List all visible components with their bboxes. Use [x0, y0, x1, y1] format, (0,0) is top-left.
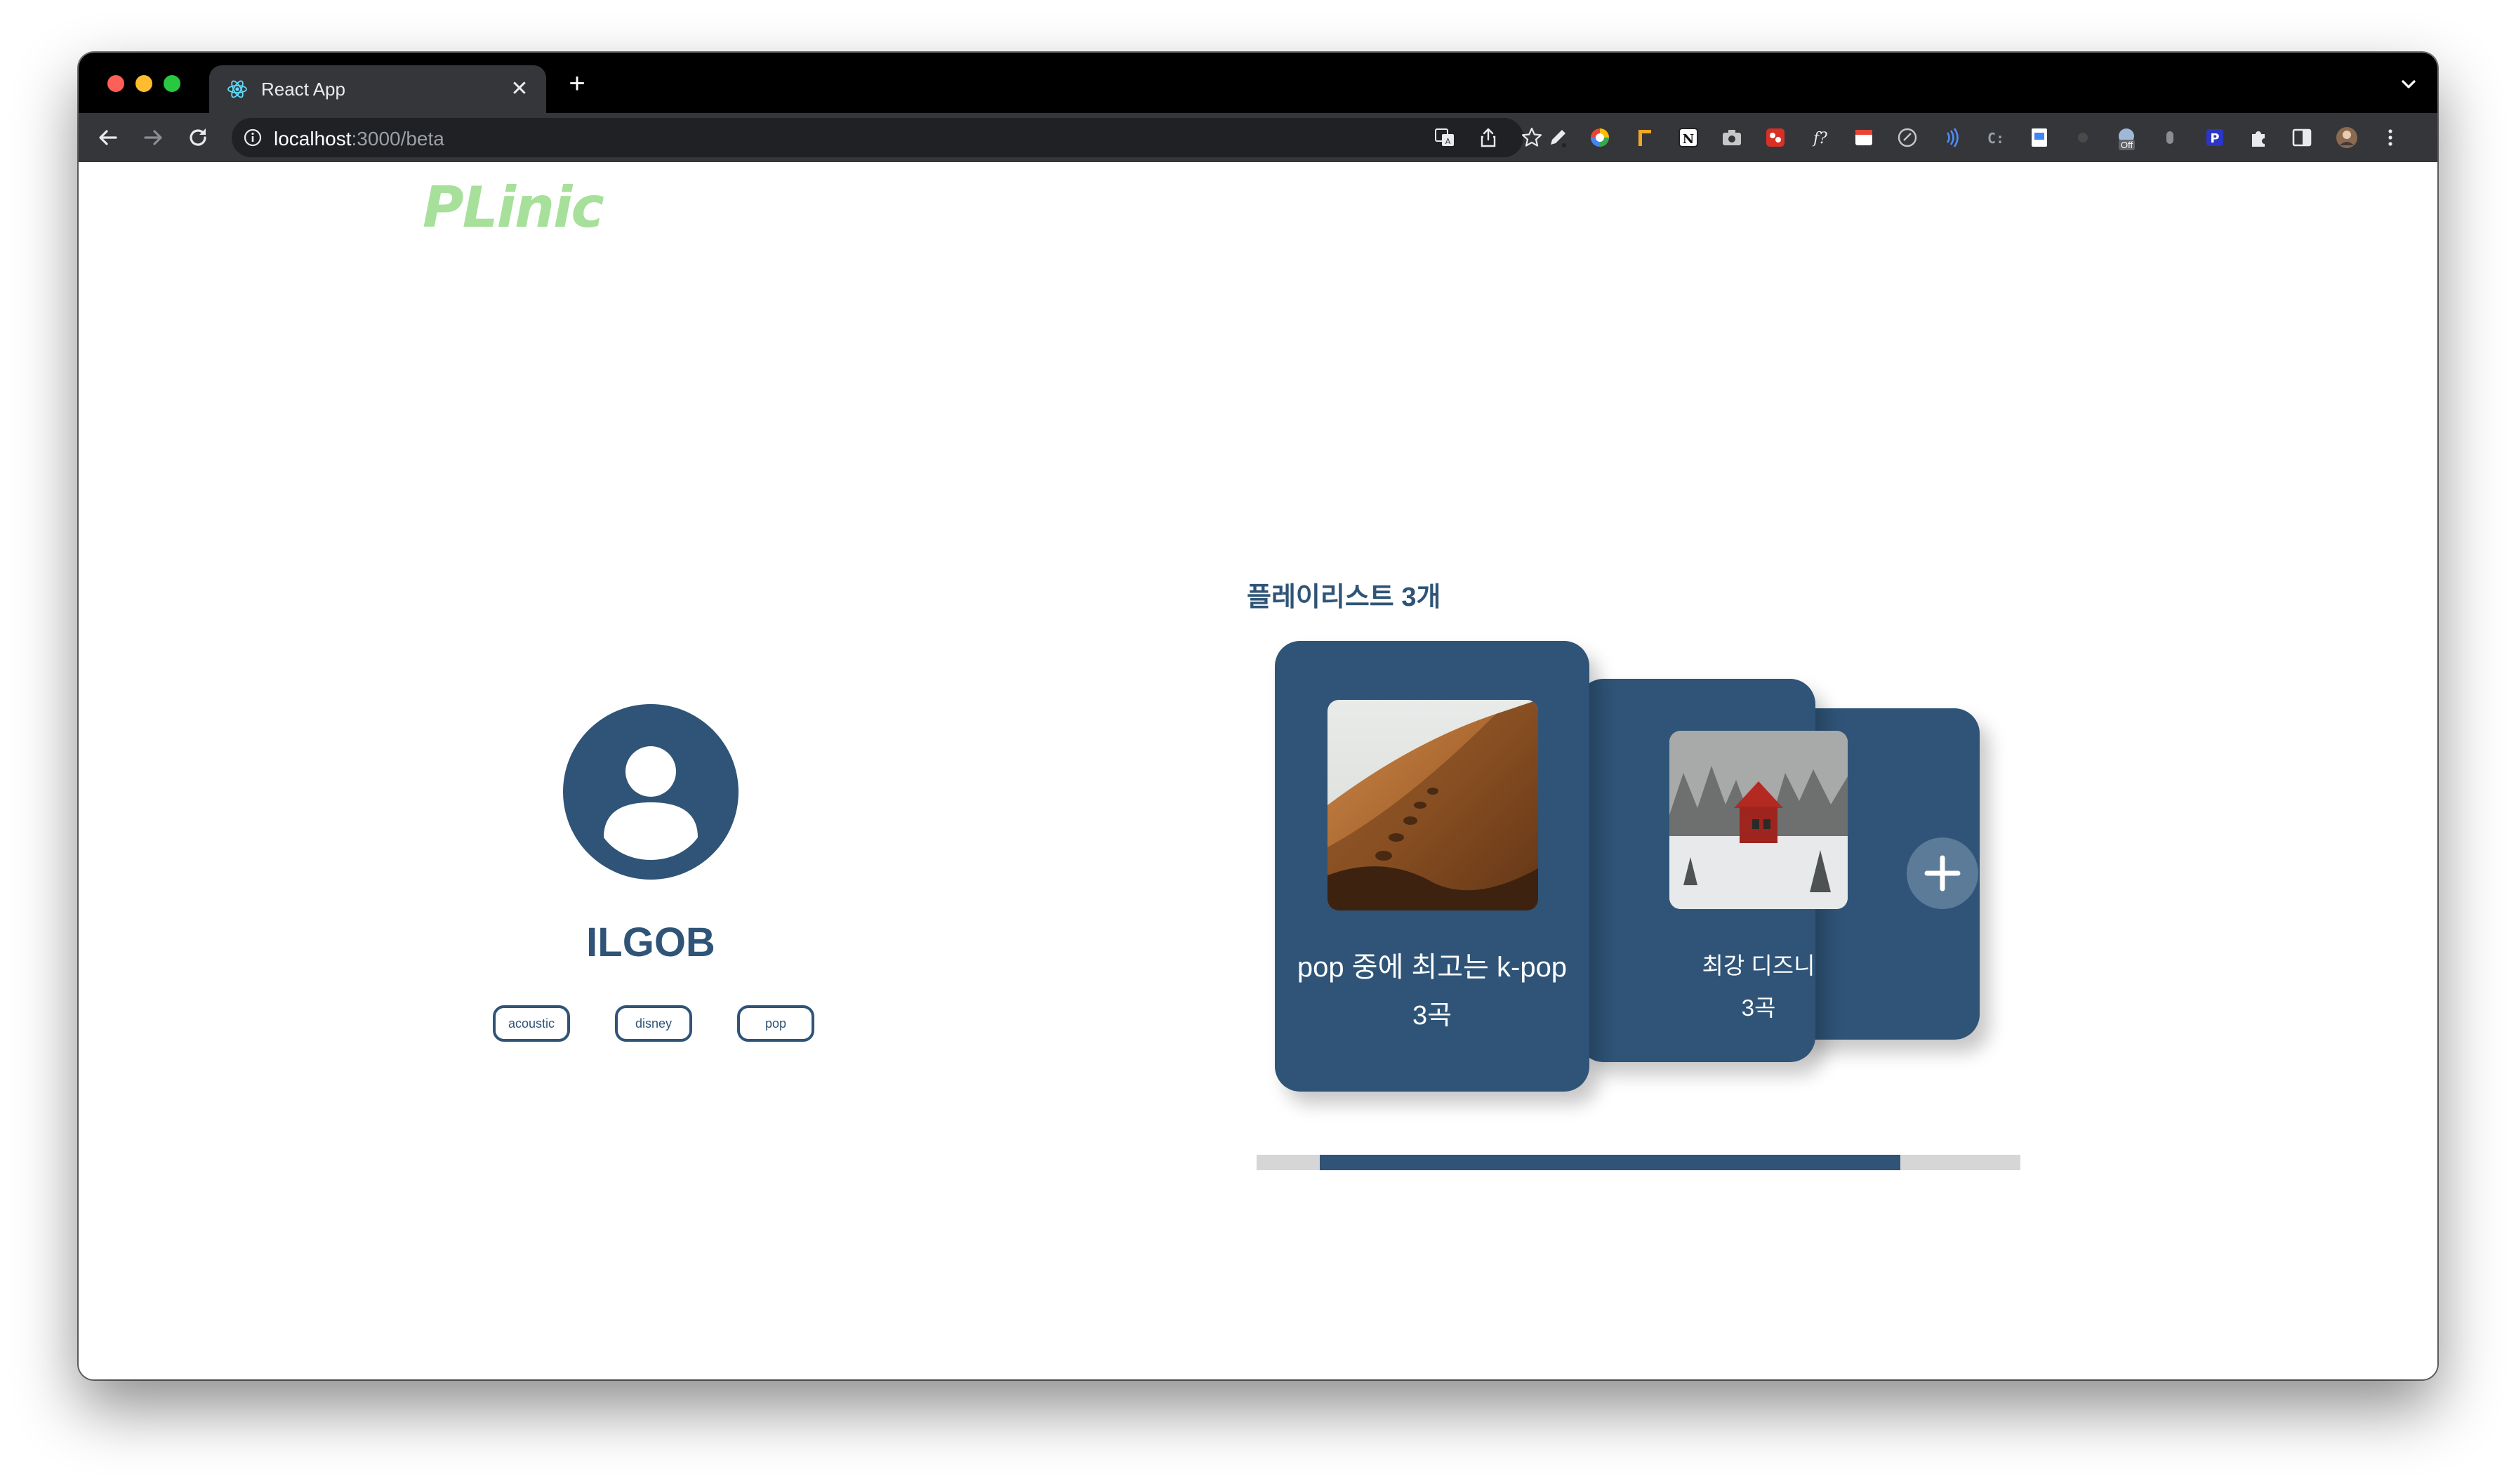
- close-window-button[interactable]: [107, 75, 124, 92]
- sidepanel-icon[interactable]: [2290, 126, 2314, 150]
- playlist-scrollbar-thumb[interactable]: [1320, 1155, 1900, 1170]
- genre-tag-acoustic[interactable]: acoustic: [493, 1005, 570, 1042]
- url-path: :3000/beta: [351, 128, 444, 150]
- code-icon[interactable]: C:: [1984, 126, 2008, 150]
- red-ext-icon[interactable]: [1763, 126, 1787, 150]
- bookmark-star-icon[interactable]: [1521, 126, 1543, 149]
- formula-icon[interactable]: f?: [1808, 126, 1832, 150]
- screen: React App ✕ + localhost:3000/beta A N f?…: [0, 0, 2516, 1484]
- browser-window: React App ✕ + localhost:3000/beta A N f?…: [79, 53, 2437, 1379]
- address-bar[interactable]: localhost:3000/beta A: [232, 118, 1542, 157]
- profile-avatar-icon: [563, 704, 739, 880]
- tab-title: React App: [261, 79, 345, 100]
- app-logo[interactable]: PLinic: [423, 175, 604, 240]
- svg-text:A: A: [1445, 137, 1451, 146]
- playlist-cover-image: [1669, 731, 1848, 909]
- forward-arrow-icon[interactable]: [139, 124, 167, 152]
- user-icon: [604, 746, 698, 860]
- add-playlist-button[interactable]: [1907, 837, 1978, 909]
- doc-icon[interactable]: [2027, 126, 2051, 150]
- url-host: localhost: [274, 128, 352, 150]
- site-info-icon[interactable]: [243, 128, 263, 147]
- reload-icon[interactable]: [184, 124, 212, 152]
- playlist-card[interactable]: pop 중에 최고는 k-pop 3곡: [1275, 641, 1589, 1092]
- new-tab-button[interactable]: +: [563, 69, 591, 98]
- playlist-name: 최강 디즈니: [1702, 953, 1815, 979]
- svg-text:C:: C:: [1987, 130, 2004, 147]
- playlist-song-count: 3곡: [1412, 1001, 1452, 1031]
- playlist-scrollbar-track[interactable]: [1257, 1155, 2020, 1170]
- p-ext-icon[interactable]: P: [2203, 126, 2227, 150]
- username: ILGOB: [586, 920, 715, 965]
- url-text[interactable]: localhost:3000/beta: [274, 128, 444, 150]
- calendar-icon[interactable]: [1852, 126, 1876, 150]
- dot-icon[interactable]: [2071, 126, 2095, 150]
- ext-off-badge: Off: [2119, 140, 2136, 150]
- notion-icon[interactable]: N: [1676, 126, 1700, 150]
- ext-off-icon[interactable]: Off: [2114, 126, 2138, 150]
- color-wheel-icon[interactable]: [1588, 126, 1612, 150]
- chevron-down-icon[interactable]: [2397, 72, 2421, 96]
- broadcast-icon[interactable]: [1939, 126, 1963, 150]
- profile-avatar[interactable]: [2335, 126, 2359, 150]
- browser-toolbar: localhost:3000/beta A N f? C: Off P: [79, 113, 2437, 162]
- snowy-cabin-image: [1669, 731, 1848, 909]
- zoom-window-button[interactable]: [164, 75, 180, 92]
- translate-icon[interactable]: A: [1434, 126, 1456, 149]
- react-logo-icon: [227, 80, 247, 98]
- minimize-window-button[interactable]: [135, 75, 152, 92]
- svg-text:N: N: [1683, 132, 1694, 147]
- playlist-count-heading: 플레이리스트 3개: [1247, 583, 1441, 612]
- tab-strip: React App ✕ +: [79, 53, 2437, 113]
- tab-close-icon[interactable]: ✕: [505, 75, 534, 103]
- genre-tag-pop[interactable]: pop: [737, 1005, 814, 1042]
- share-icon[interactable]: [1477, 126, 1499, 149]
- svg-text:P: P: [2210, 131, 2219, 146]
- playlist-song-count: 3곡: [1741, 995, 1776, 1021]
- playlist-cover-image: [1327, 700, 1538, 910]
- pen-icon[interactable]: [1546, 126, 1570, 150]
- camera-icon[interactable]: [1720, 126, 1744, 150]
- playlist-name: pop 중에 최고는 k-pop: [1297, 952, 1568, 983]
- desert-dune-image: [1327, 700, 1538, 910]
- playlist-card[interactable]: 최강 디즈니 3곡: [1578, 679, 1848, 1062]
- tab-react-app[interactable]: React App ✕: [209, 65, 546, 113]
- plus-icon: [1924, 855, 1961, 892]
- ruler-icon[interactable]: [1633, 126, 1657, 150]
- svg-text:f?: f?: [1812, 130, 1827, 147]
- grey-ext-icon[interactable]: [2158, 126, 2182, 150]
- link-icon[interactable]: [1895, 126, 1919, 150]
- genre-tag-disney[interactable]: disney: [615, 1005, 692, 1042]
- menu-icon[interactable]: [2378, 126, 2402, 150]
- page-content: PLinic ILGOB acoustic disney pop 플레이리스트 …: [79, 162, 2437, 1379]
- back-arrow-icon[interactable]: [94, 124, 122, 152]
- puzzle-icon[interactable]: [2246, 126, 2270, 150]
